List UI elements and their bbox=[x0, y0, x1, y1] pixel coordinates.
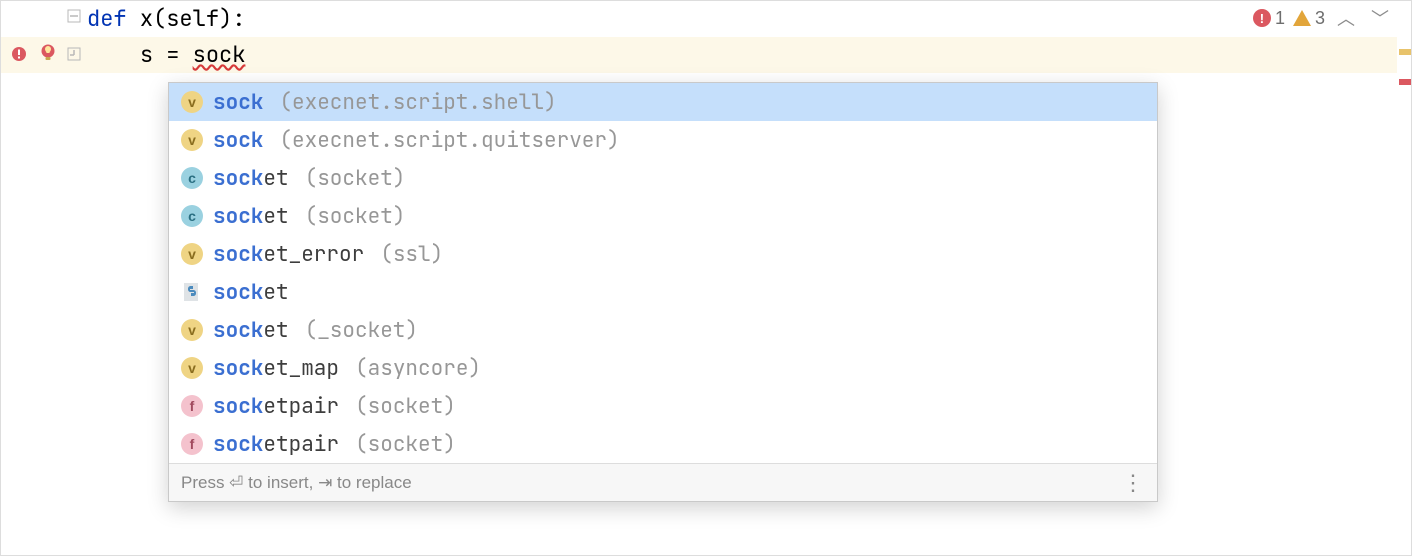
paren-close: ) bbox=[219, 4, 232, 33]
c-kind-icon: c bbox=[181, 205, 203, 227]
equals: = bbox=[153, 40, 193, 69]
completion-item-source: (asyncore) bbox=[355, 355, 481, 382]
completion-item-name: socket bbox=[213, 317, 289, 344]
completion-item[interactable]: vsock (execnet.script.quitserver) bbox=[169, 121, 1157, 159]
completion-item-source: (_socket) bbox=[305, 317, 418, 344]
colon: : bbox=[232, 4, 245, 33]
f-kind-icon: f bbox=[181, 433, 203, 455]
error-count[interactable]: ! 1 bbox=[1253, 8, 1285, 29]
next-highlight-button[interactable]: ﹀ bbox=[1367, 5, 1393, 31]
error-icon[interactable] bbox=[11, 46, 27, 62]
completion-item-source: (execnet.script.quitserver) bbox=[279, 127, 619, 154]
python-file-icon bbox=[181, 281, 203, 303]
completion-item-source: (execnet.script.shell) bbox=[279, 89, 556, 116]
error-badge-icon: ! bbox=[1253, 9, 1271, 27]
code-line-2[interactable]: s = sock bbox=[83, 37, 1411, 73]
completion-hint: Press ⏎ to insert, ⇥ to replace bbox=[181, 473, 412, 493]
editor-gutter bbox=[1, 1, 83, 555]
v-kind-icon: v bbox=[181, 319, 203, 341]
completion-footer: Press ⏎ to insert, ⇥ to replace ⋮ bbox=[169, 463, 1157, 501]
completion-item[interactable]: csocket (socket) bbox=[169, 197, 1157, 235]
fold-minus-icon[interactable] bbox=[67, 9, 81, 23]
inspection-summary[interactable]: ! 1 3 ︿ ﹀ bbox=[1253, 5, 1393, 31]
error-stripe[interactable] bbox=[1397, 1, 1411, 555]
completion-item[interactable]: csocket (socket) bbox=[169, 159, 1157, 197]
v-kind-icon: v bbox=[181, 91, 203, 113]
completion-item-name: sock bbox=[213, 127, 263, 154]
v-kind-icon: v bbox=[181, 129, 203, 151]
prev-highlight-button[interactable]: ︿ bbox=[1333, 5, 1359, 31]
v-kind-icon: v bbox=[181, 357, 203, 379]
typed-identifier: sock bbox=[193, 40, 246, 69]
completion-popup[interactable]: vsock(execnet.script.shell)vsock(execnet… bbox=[168, 82, 1158, 502]
completion-item-name: sock bbox=[213, 89, 263, 116]
stripe-error-mark[interactable] bbox=[1399, 79, 1411, 85]
c-kind-icon: c bbox=[181, 167, 203, 189]
completion-item-name: socket bbox=[213, 165, 289, 192]
warning-count-value: 3 bbox=[1315, 8, 1325, 29]
completion-item[interactable]: v socket_map (asyncore) bbox=[169, 349, 1157, 387]
variable-s: s bbox=[140, 40, 153, 69]
completion-item-source: (socket) bbox=[305, 203, 406, 230]
completion-list[interactable]: vsock(execnet.script.shell)vsock(execnet… bbox=[169, 83, 1157, 463]
completion-item-name: socket_error bbox=[213, 241, 364, 268]
paren-open: ( bbox=[153, 4, 166, 33]
completion-item-name: socketpair bbox=[213, 393, 339, 420]
code-line-1[interactable]: def x(self): bbox=[83, 1, 1411, 37]
function-name: x bbox=[140, 4, 153, 33]
warning-triangle-icon bbox=[1293, 10, 1311, 26]
f-kind-icon: f bbox=[181, 395, 203, 417]
completion-item-source: (socket) bbox=[305, 165, 406, 192]
fold-end-icon[interactable] bbox=[67, 47, 81, 61]
completion-item-name: socketpair bbox=[213, 431, 339, 458]
warning-count[interactable]: 3 bbox=[1293, 8, 1325, 29]
completion-item[interactable]: socket bbox=[169, 273, 1157, 311]
completion-item-source: (socket) bbox=[355, 431, 456, 458]
completion-item-source: (socket) bbox=[355, 393, 456, 420]
completion-item[interactable]: f socketpair (socket) bbox=[169, 425, 1157, 463]
completion-item[interactable]: f socketpair (socket) bbox=[169, 387, 1157, 425]
completion-item-name: socket bbox=[213, 279, 289, 306]
completion-item[interactable]: vsock (execnet.script.shell) bbox=[169, 83, 1157, 121]
indent bbox=[87, 40, 140, 69]
completion-item-name: socket bbox=[213, 203, 289, 230]
completion-more-button[interactable]: ⋮ bbox=[1122, 470, 1145, 496]
stripe-warning-mark[interactable] bbox=[1399, 49, 1411, 55]
keyword-def: def bbox=[87, 4, 140, 33]
gutter-line bbox=[1, 1, 83, 37]
v-kind-icon: v bbox=[181, 243, 203, 265]
completion-item[interactable]: vsocket (_socket) bbox=[169, 311, 1157, 349]
completion-item-source: (ssl) bbox=[380, 241, 443, 268]
error-count-value: 1 bbox=[1275, 8, 1285, 29]
completion-item[interactable]: v socket_error (ssl) bbox=[169, 235, 1157, 273]
intention-bulb-icon[interactable] bbox=[37, 42, 59, 64]
param-self: self bbox=[166, 4, 219, 33]
gutter-line-active bbox=[1, 37, 83, 73]
completion-item-name: socket_map bbox=[213, 355, 339, 382]
